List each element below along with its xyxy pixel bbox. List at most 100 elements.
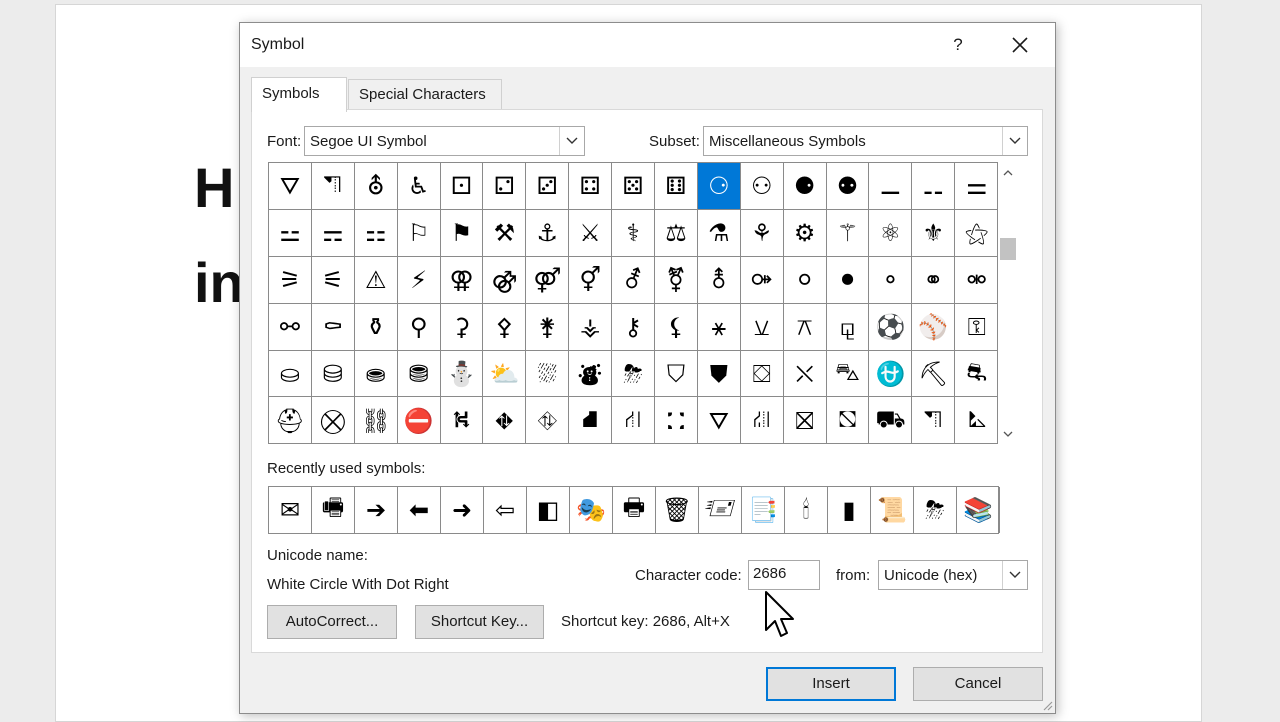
symbol-cell[interactable]: ⛍ xyxy=(826,350,870,398)
recent-symbol-cell[interactable]: ⇦ xyxy=(484,487,527,533)
symbol-cell[interactable]: ⛓ xyxy=(355,397,398,445)
symbol-cell[interactable]: ⛛ xyxy=(269,163,312,210)
symbol-cell[interactable]: ⚡ xyxy=(397,256,441,304)
symbol-cell[interactable]: ⛕ xyxy=(441,397,484,445)
symbol-cell[interactable]: ⚢ xyxy=(440,256,484,304)
symbol-cell[interactable]: ⚊ xyxy=(869,163,913,210)
symbol-cell[interactable]: ⚏ xyxy=(354,209,398,257)
symbol-cell[interactable]: ⚬ xyxy=(869,256,913,304)
symbol-cell[interactable]: ⚉ xyxy=(826,163,870,210)
symbol-cell[interactable]: ⚴ xyxy=(483,303,527,351)
symbol-cell[interactable]: ⚙ xyxy=(783,209,827,257)
subset-select-arrow[interactable] xyxy=(1002,127,1027,155)
symbol-cell[interactable]: ⛅ xyxy=(483,350,527,398)
symbol-cell[interactable]: ⚿ xyxy=(955,304,999,351)
symbol-cell[interactable]: ⛌ xyxy=(783,350,827,398)
recent-symbol-cell[interactable]: 🕯 xyxy=(785,487,828,533)
scroll-down-button[interactable] xyxy=(998,424,1018,444)
symbol-cell[interactable]: ⚣ xyxy=(483,256,527,304)
symbol-cell[interactable]: ⚠ xyxy=(354,256,398,304)
symbol-cell[interactable]: ⛗ xyxy=(526,397,570,445)
symbol-cell[interactable]: ⛆ xyxy=(526,350,570,398)
symbol-cell[interactable]: ⛛ xyxy=(698,397,741,445)
recent-symbol-cell[interactable]: ◧ xyxy=(527,487,570,533)
symbol-cell[interactable]: ⚕ xyxy=(612,209,656,257)
symbol-cell[interactable]: ⚇ xyxy=(740,163,784,210)
symbol-cell[interactable]: ⚨ xyxy=(697,256,741,304)
resize-grip-icon[interactable] xyxy=(1041,699,1053,711)
scrollbar-thumb[interactable] xyxy=(1000,238,1016,260)
symbol-cell[interactable]: ⛋ xyxy=(740,350,784,398)
symbol-cell[interactable]: ⚪ xyxy=(783,256,827,304)
recent-symbol-cell[interactable]: ⛈ xyxy=(914,487,957,533)
font-select-arrow[interactable] xyxy=(559,127,584,155)
symbol-cell[interactable]: ⛄ xyxy=(440,350,484,398)
symbol-cell[interactable]: ⚾ xyxy=(912,303,956,351)
shortcut-key-button[interactable]: Shortcut Key... xyxy=(415,605,544,639)
symbol-cell[interactable]: ⛐ xyxy=(955,351,999,398)
symbol-cell[interactable]: ⛘ xyxy=(569,397,613,445)
symbol-cell[interactable]: ⚭ xyxy=(912,256,956,304)
symbol-cell[interactable]: ⛃ xyxy=(397,350,441,398)
symbol-cell[interactable]: ⚱ xyxy=(354,303,398,351)
symbol-cell[interactable]: ⛊ xyxy=(697,350,741,398)
symbol-cell[interactable]: ♿ xyxy=(397,163,441,210)
symbol-cell[interactable]: ⚓ xyxy=(526,209,570,257)
symbol-cell[interactable]: ⚂ xyxy=(526,163,570,210)
symbol-cell[interactable]: ⚄ xyxy=(612,163,656,210)
symbol-cell[interactable]: ⚥ xyxy=(569,256,613,304)
scroll-up-button[interactable] xyxy=(998,162,1018,182)
close-button[interactable] xyxy=(1006,31,1034,59)
symbol-cell[interactable]: ⛞ xyxy=(827,397,870,445)
symbol-cell[interactable]: ⛑ xyxy=(269,397,312,445)
symbol-cell[interactable]: ⚀ xyxy=(440,163,484,210)
symbol-cell[interactable]: ⛠ xyxy=(912,397,956,445)
symbol-cell[interactable]: ⚽ xyxy=(869,303,913,351)
symbol-cell[interactable]: ⛎ xyxy=(869,350,913,398)
symbol-cell[interactable]: ⛙ xyxy=(612,397,656,445)
symbol-cell[interactable]: ⚜ xyxy=(912,209,956,257)
symbol-cell[interactable]: ⚷ xyxy=(612,303,656,351)
font-select[interactable]: Segoe UI Symbol xyxy=(304,126,585,156)
autocorrect-button[interactable]: AutoCorrect... xyxy=(267,605,397,639)
from-select-arrow[interactable] xyxy=(1002,561,1027,589)
symbol-cell[interactable]: ⚁ xyxy=(483,163,527,210)
tab-special-characters[interactable]: Special Characters xyxy=(348,79,502,110)
symbol-cell[interactable]: ⛟ xyxy=(869,397,913,445)
symbol-grid-scrollbar[interactable] xyxy=(998,162,1018,444)
symbol-cell[interactable]: ⚔ xyxy=(569,209,613,257)
symbol-cell[interactable]: ⛚ xyxy=(655,397,698,445)
symbol-cell[interactable]: ⚤ xyxy=(526,256,570,304)
symbol-cell[interactable]: ⚶ xyxy=(569,303,613,351)
symbol-cell[interactable]: ⚳ xyxy=(440,303,484,351)
from-select[interactable]: Unicode (hex) xyxy=(878,560,1028,590)
symbol-cell[interactable]: ⛇ xyxy=(569,350,613,398)
symbol-cell[interactable]: ⚹ xyxy=(697,303,741,351)
recent-symbol-cell[interactable]: ⬅ xyxy=(398,487,441,533)
symbol-cell[interactable]: ⚘ xyxy=(740,209,784,257)
symbol-cell[interactable]: ⛢ xyxy=(354,163,398,210)
recent-symbol-cell[interactable]: 🖶 xyxy=(613,487,656,533)
recent-symbol-cell[interactable]: 🖷 xyxy=(312,487,355,533)
symbol-cell[interactable]: ⚻ xyxy=(783,303,827,351)
symbol-cell[interactable]: ⚧ xyxy=(655,256,698,304)
symbol-cell[interactable]: ⚵ xyxy=(526,303,570,351)
symbol-cell[interactable]: ⚑ xyxy=(440,209,484,257)
symbol-cell[interactable]: ⚫ xyxy=(826,256,870,304)
symbol-cell[interactable]: ⚆ xyxy=(697,163,741,210)
symbol-cell[interactable]: ⛈ xyxy=(612,350,656,398)
symbol-cell[interactable]: ⛝ xyxy=(784,397,827,445)
symbol-cell[interactable]: ⚃ xyxy=(569,163,613,210)
symbol-cell[interactable]: ⚚ xyxy=(826,209,870,257)
symbol-cell[interactable]: ⚎ xyxy=(311,209,355,257)
symbol-cell[interactable]: ⚖ xyxy=(655,209,698,257)
symbol-cell[interactable]: ⚮ xyxy=(955,257,999,304)
symbol-cell[interactable]: ⚗ xyxy=(697,209,741,257)
symbol-cell[interactable]: ⛔ xyxy=(398,397,441,445)
symbol-cell[interactable]: ⛂ xyxy=(354,350,398,398)
symbol-cell[interactable]: ⚺ xyxy=(740,303,784,351)
symbol-cell[interactable]: ⚝ xyxy=(955,210,999,257)
symbol-cell[interactable]: ⛠ xyxy=(311,163,355,210)
character-code-input[interactable]: 2686 xyxy=(748,560,820,590)
symbol-cell[interactable]: ⛁ xyxy=(311,350,355,398)
